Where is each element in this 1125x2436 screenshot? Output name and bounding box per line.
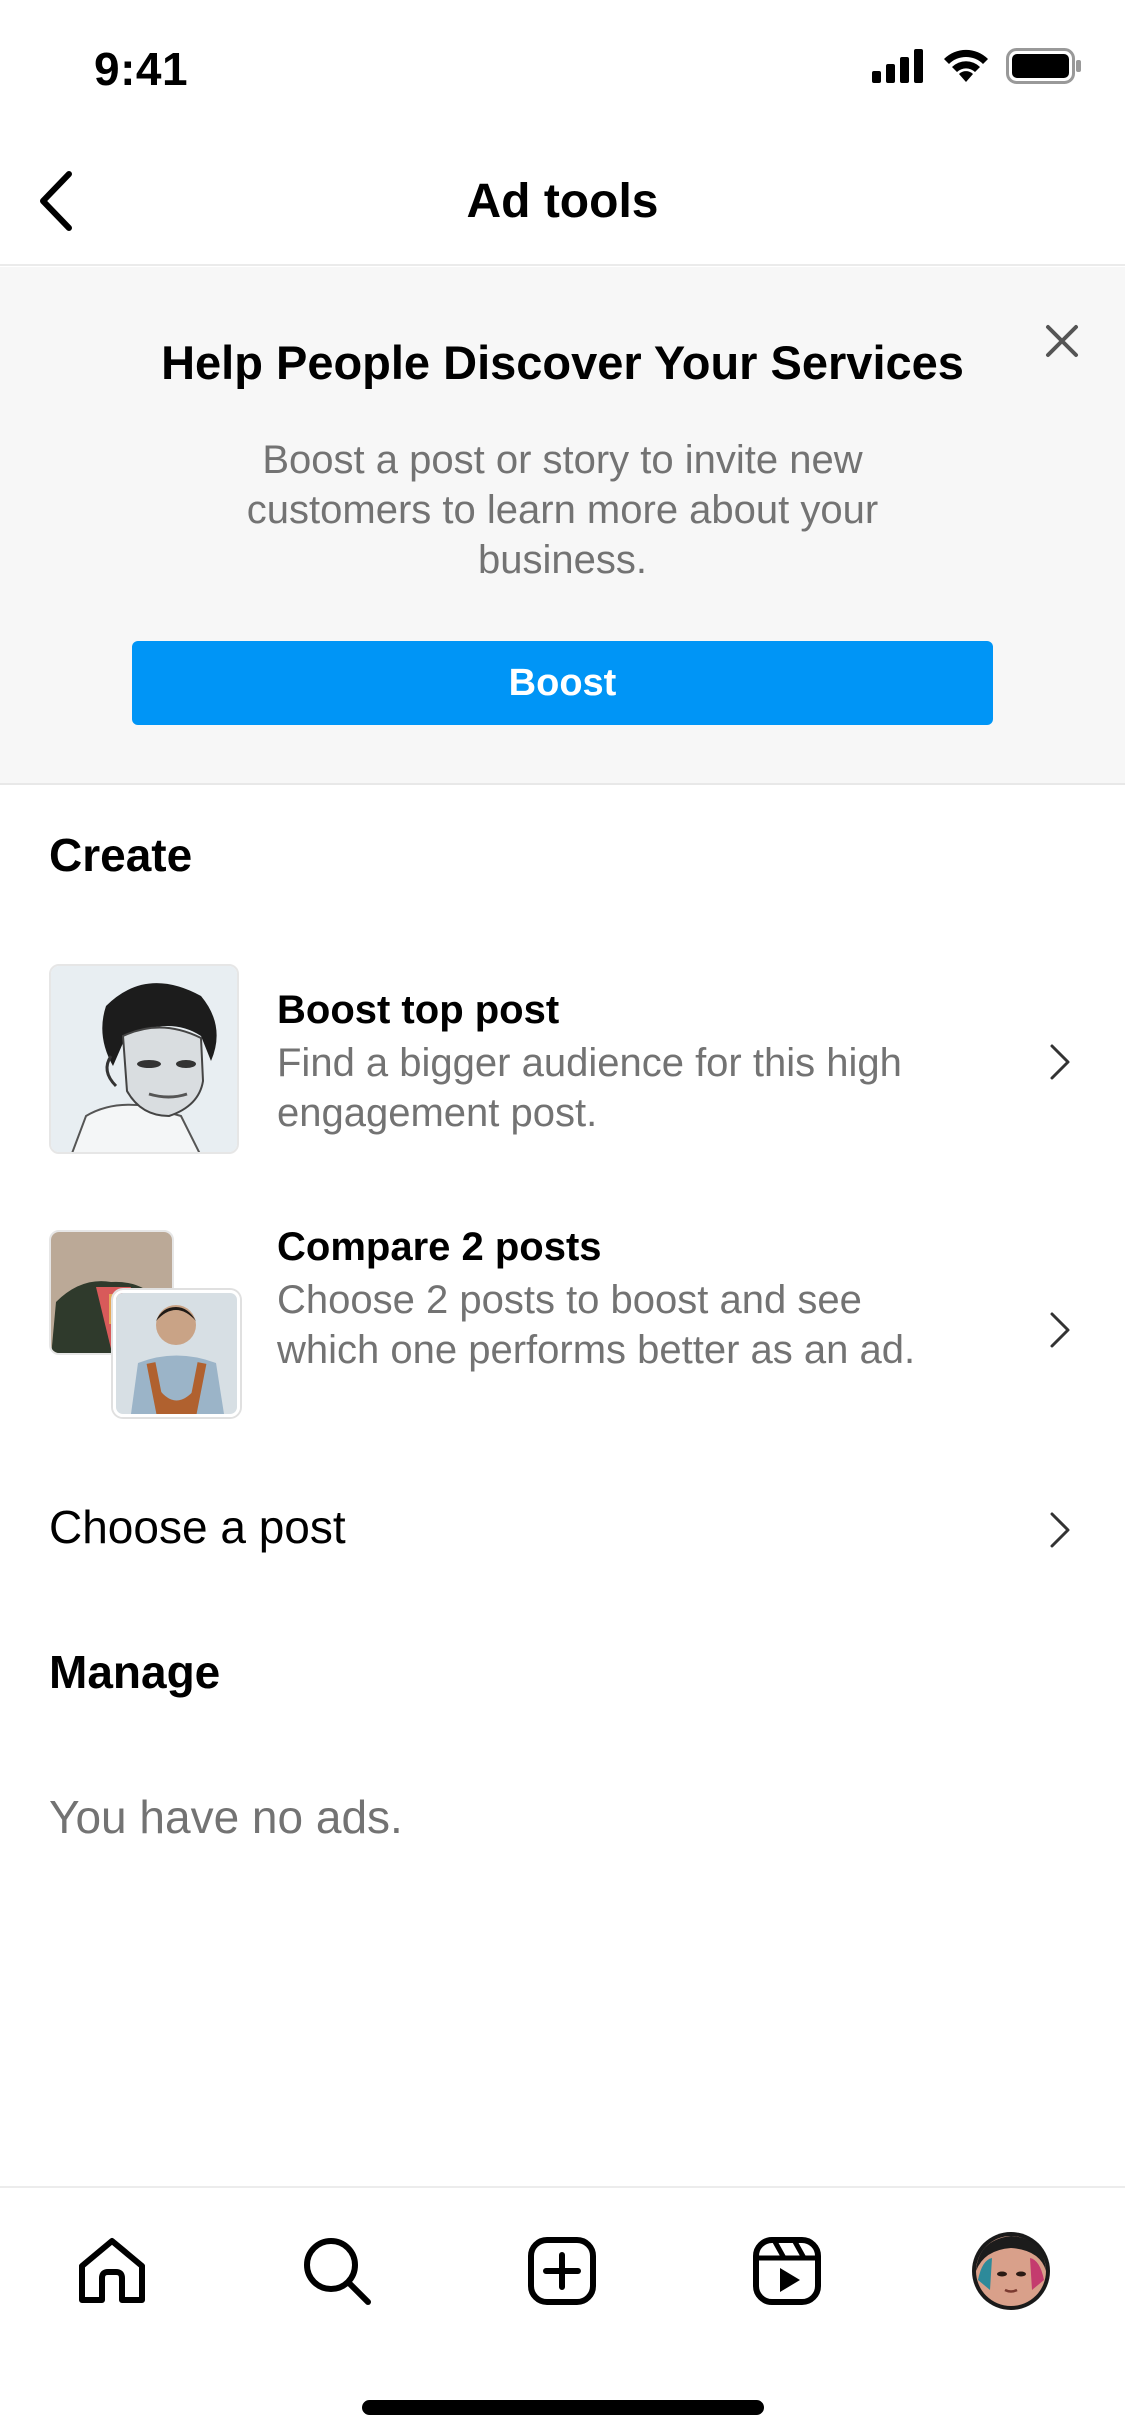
reels-icon	[752, 2236, 822, 2311]
top-post-thumbnail	[49, 964, 239, 1154]
tab-home[interactable]	[67, 2228, 157, 2318]
home-icon	[76, 2236, 148, 2311]
tab-reels[interactable]	[742, 2228, 832, 2318]
boost-top-post-title: Boost top post	[277, 988, 560, 1032]
compare-posts-description: Choose 2 posts to boost and see which on…	[277, 1278, 916, 1372]
ad-tools-screen: 9:41 Ad tools Help People Discover Your …	[0, 0, 1125, 2436]
status-bar: 9:41	[0, 0, 1125, 140]
compare-posts-title: Compare 2 posts	[277, 1225, 602, 1269]
chevron-right-icon	[1048, 1042, 1072, 1082]
nav-header: Ad tools	[0, 140, 1125, 266]
tab-search[interactable]	[292, 2228, 382, 2318]
tab-create[interactable]	[517, 2228, 607, 2318]
chevron-right-icon	[1048, 1510, 1072, 1550]
boost-button[interactable]: Boost	[132, 641, 993, 725]
manage-heading: Manage	[49, 1646, 221, 1698]
create-plus-icon	[527, 2236, 597, 2311]
wifi-icon	[942, 48, 990, 89]
promo-text: Boost a post or story to invite new cust…	[246, 438, 879, 582]
profile-avatar	[970, 2230, 1052, 2317]
no-ads-message: You have no ads.	[49, 1791, 403, 1843]
tab-profile[interactable]	[966, 2228, 1056, 2318]
promo-banner: Help People Discover Your Services Boost…	[0, 267, 1125, 785]
choose-post-row[interactable]: Choose a post	[0, 1490, 1125, 1570]
create-heading: Create	[49, 829, 193, 881]
status-icons	[872, 47, 1082, 89]
home-indicator	[362, 2400, 764, 2415]
page-title: Ad tools	[466, 175, 659, 228]
boost-top-post-description: Find a bigger audience for this high eng…	[277, 1041, 902, 1135]
tab-bar	[0, 2186, 1125, 2436]
promo-title: Help People Discover Your Services	[161, 336, 964, 389]
choose-post-label: Choose a post	[49, 1501, 346, 1553]
chevron-right-icon	[1048, 1310, 1072, 1350]
compare-post-thumbnail-2	[113, 1290, 240, 1417]
status-time: 9:41	[94, 43, 189, 95]
cellular-signal-icon	[872, 48, 926, 88]
compare-posts-item[interactable]: Compare 2 posts Choose 2 posts to boost …	[0, 1225, 1125, 1445]
search-icon	[301, 2235, 373, 2312]
battery-icon	[1006, 47, 1082, 89]
boost-top-post-item[interactable]: Boost top post Find a bigger audience fo…	[0, 960, 1125, 1160]
